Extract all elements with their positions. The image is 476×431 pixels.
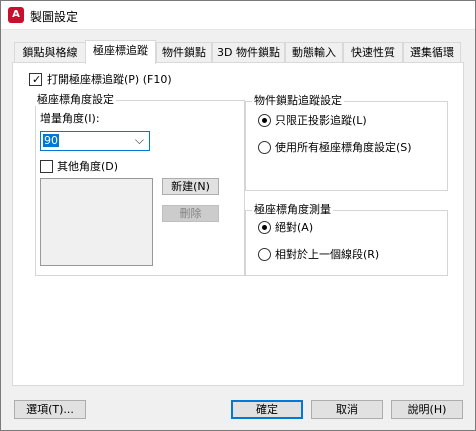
polar-tracking-panel: ✓ 打開極座標追蹤(P) (F10) 極座標角度設定 增量角度(I): 90 ⌵… <box>12 62 464 386</box>
delete-angle-button[interactable]: 刪除 <box>162 205 219 222</box>
relative-last-segment-label[interactable]: 相對於上一個線段(R) <box>275 248 379 261</box>
tab-polar-tracking[interactable]: 極座標追蹤 <box>85 40 156 64</box>
absolute-label[interactable]: 絕對(A) <box>275 221 313 234</box>
polar-angle-settings-title: 極座標角度設定 <box>35 93 116 106</box>
title-bar[interactable]: A 製圖設定 <box>0 0 476 30</box>
absolute-radio[interactable] <box>258 221 271 234</box>
ok-button[interactable]: 確定 <box>231 400 303 419</box>
osnap-tracking-title: 物件鎖點追蹤設定 <box>252 94 344 107</box>
tab-label: 快速性質 <box>351 46 395 59</box>
increment-angle-dropdown[interactable]: 90 ⌵ <box>40 131 150 151</box>
angle-measurement-title: 極座標角度測量 <box>252 203 333 216</box>
tab-label: 物件鎖點 <box>162 46 206 59</box>
orthogonal-only-radio[interactable] <box>258 114 271 127</box>
tab-label: 極座標追蹤 <box>93 44 148 57</box>
angle-measurement-group <box>245 210 448 276</box>
tab-dynamic-input[interactable]: 動態輸入 <box>285 42 343 62</box>
additional-angles-list[interactable] <box>40 178 153 266</box>
all-polar-settings-label[interactable]: 使用所有極座標角度設定(S) <box>275 141 412 154</box>
tab-quick-properties[interactable]: 快速性質 <box>343 42 403 62</box>
radio-selected-dot <box>262 118 267 123</box>
checkmark-icon: ✓ <box>32 73 42 86</box>
additional-angles-label[interactable]: 其他角度(D) <box>57 160 118 173</box>
orthogonal-only-label[interactable]: 只限正投影追蹤(L) <box>275 114 367 127</box>
window-title: 製圖設定 <box>30 10 79 24</box>
options-button[interactable]: 選項(T)... <box>14 400 86 419</box>
tab-label: 選集循環 <box>410 46 454 59</box>
cancel-button[interactable]: 取消 <box>311 400 383 419</box>
all-polar-settings-radio[interactable] <box>258 141 271 154</box>
radio-selected-dot <box>262 225 267 230</box>
relative-last-segment-radio[interactable] <box>258 248 271 261</box>
autocad-app-icon: A <box>8 7 24 23</box>
new-angle-button[interactable]: 新建(N) <box>162 178 219 195</box>
increment-angle-value: 90 <box>43 134 59 147</box>
additional-angles-checkbox[interactable] <box>40 160 53 173</box>
help-button[interactable]: 說明(H) <box>391 400 463 419</box>
tab-label: 3D 物件鎖點 <box>217 46 280 59</box>
tab-label: 動態輸入 <box>292 46 336 59</box>
enable-polar-checkbox[interactable]: ✓ <box>29 73 42 86</box>
tab-object-snap[interactable]: 物件鎖點 <box>156 42 212 62</box>
tab-3d-object-snap[interactable]: 3D 物件鎖點 <box>212 42 285 62</box>
enable-polar-label[interactable]: 打開極座標追蹤(P) (F10) <box>47 73 172 86</box>
increment-angle-label: 增量角度(I): <box>40 112 100 125</box>
chevron-down-icon: ⌵ <box>134 133 144 147</box>
tab-selection-cycling[interactable]: 選集循環 <box>403 42 461 62</box>
tab-label: 鎖點與格線 <box>22 46 78 59</box>
tab-snap-grid[interactable]: 鎖點與格線 <box>14 42 86 62</box>
